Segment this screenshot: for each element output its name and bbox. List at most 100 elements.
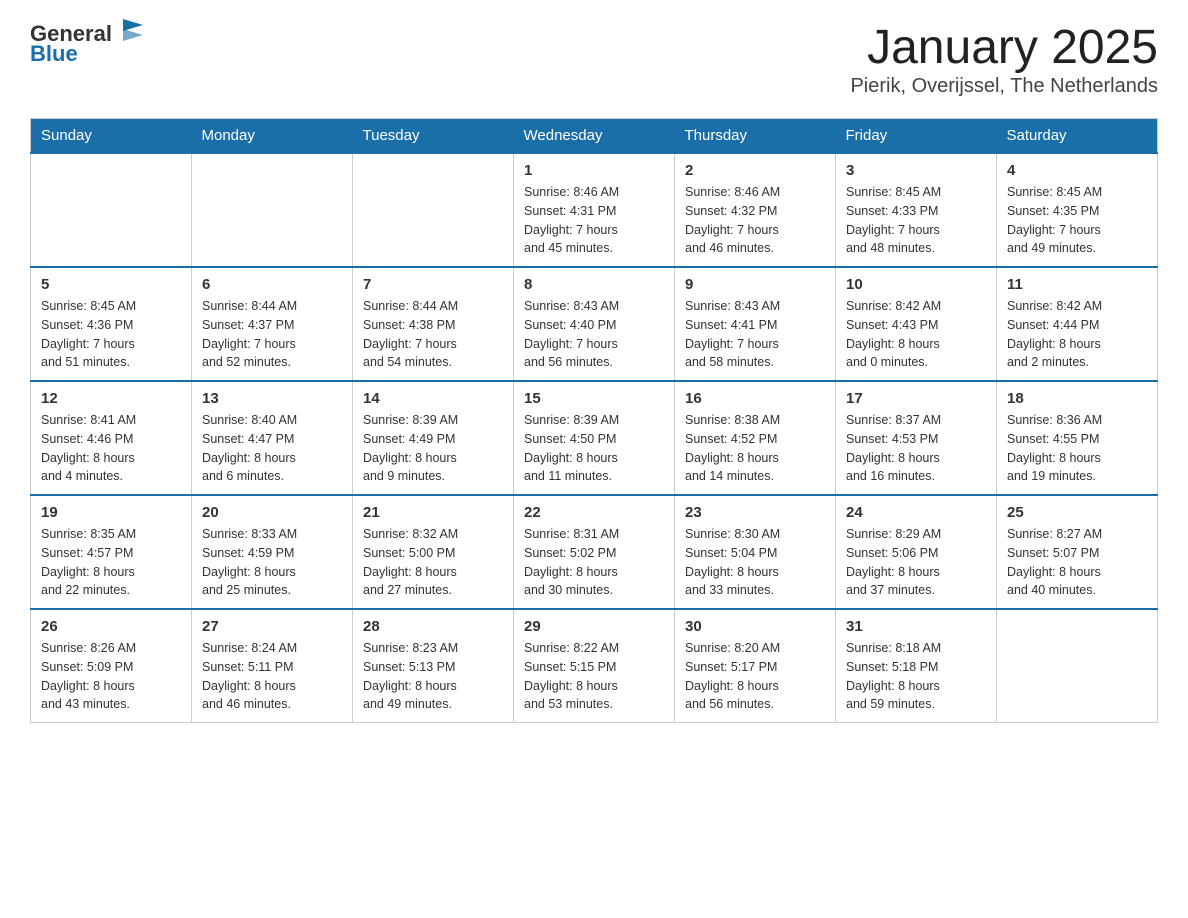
calendar-cell xyxy=(997,609,1158,723)
calendar-cell: 29 Sunrise: 8:22 AMSunset: 5:15 PMDayligh… xyxy=(514,609,675,723)
calendar-cell: 8Sunrise: 8:43 AMSunset: 4:40 PMDaylight… xyxy=(514,267,675,381)
calendar-cell: 14Sunrise: 8:39 AMSunset: 4:49 PMDayligh… xyxy=(353,381,514,495)
calendar-cell: 21 Sunrise: 8:32 AMSunset: 5:00 PMDayligh… xyxy=(353,495,514,609)
calendar-cell: 23 Sunrise: 8:30 AMSunset: 5:04 PMDayligh… xyxy=(675,495,836,609)
calendar-cell xyxy=(192,153,353,267)
day-header-saturday: Saturday xyxy=(997,119,1158,154)
day-number: 17 xyxy=(846,390,986,407)
day-number: 2 xyxy=(685,162,825,179)
day-number: 10 xyxy=(846,276,986,293)
calendar-cell: 24Sunrise: 8:29 AMSunset: 5:06 PMDayligh… xyxy=(836,495,997,609)
location-subtitle: Pierik, Overijssel, The Netherlands xyxy=(850,75,1158,98)
calendar-cell: 3 Sunrise: 8:45 AMSunset: 4:33 PMDaylight… xyxy=(836,153,997,267)
day-header-friday: Friday xyxy=(836,119,997,154)
month-title: January 2025 xyxy=(850,20,1158,75)
day-number: 30 xyxy=(685,618,825,635)
day-info: Sunrise: 8:30 AMSunset: 5:04 PMDaylight:… xyxy=(685,525,825,600)
day-info: Sunrise: 8:45 AMSunset: 4:33 PMDaylight:… xyxy=(846,183,986,258)
day-info: Sunrise: 8:31 AMSunset: 5:02 PMDaylight:… xyxy=(524,525,664,600)
day-number: 24 xyxy=(846,504,986,521)
day-number: 1 xyxy=(524,162,664,179)
calendar-cell: 20 Sunrise: 8:33 AMSunset: 4:59 PMDayligh… xyxy=(192,495,353,609)
day-number: 13 xyxy=(202,390,342,407)
day-info: Sunrise: 8:23 AMSunset: 5:13 PMDaylight:… xyxy=(363,639,503,714)
day-info: Sunrise: 8:39 AMSunset: 4:49 PMDaylight:… xyxy=(363,411,503,486)
day-number: 5 xyxy=(41,276,181,293)
day-header-sunday: Sunday xyxy=(31,119,192,154)
day-info: Sunrise: 8:26 AMSunset: 5:09 PMDaylight:… xyxy=(41,639,181,714)
day-number: 9 xyxy=(685,276,825,293)
calendar-cell xyxy=(31,153,192,267)
logo: General Blue xyxy=(30,20,147,67)
day-info: Sunrise: 8:45 AMSunset: 4:35 PMDaylight:… xyxy=(1007,183,1147,258)
week-row-1: 1Sunrise: 8:46 AMSunset: 4:31 PMDaylight… xyxy=(31,153,1158,267)
day-number: 28 xyxy=(363,618,503,635)
day-info: Sunrise: 8:41 AMSunset: 4:46 PMDaylight:… xyxy=(41,411,181,486)
day-header-monday: Monday xyxy=(192,119,353,154)
day-number: 31 xyxy=(846,618,986,635)
day-number: 3 xyxy=(846,162,986,179)
logo-blue: Blue xyxy=(30,41,78,67)
day-number: 6 xyxy=(202,276,342,293)
calendar-table: SundayMondayTuesdayWednesdayThursdayFrid… xyxy=(30,118,1158,723)
day-info: Sunrise: 8:43 AMSunset: 4:41 PMDaylight:… xyxy=(685,297,825,372)
calendar-cell: 9 Sunrise: 8:43 AMSunset: 4:41 PMDaylight… xyxy=(675,267,836,381)
calendar-cell: 16 Sunrise: 8:38 AMSunset: 4:52 PMDayligh… xyxy=(675,381,836,495)
day-number: 21 xyxy=(363,504,503,521)
day-number: 16 xyxy=(685,390,825,407)
day-info: Sunrise: 8:22 AMSunset: 5:15 PMDaylight:… xyxy=(524,639,664,714)
day-info: Sunrise: 8:35 AMSunset: 4:57 PMDaylight:… xyxy=(41,525,181,600)
day-info: Sunrise: 8:43 AMSunset: 4:40 PMDaylight:… xyxy=(524,297,664,372)
calendar-cell xyxy=(353,153,514,267)
logo-flag-icon xyxy=(115,15,147,47)
day-info: Sunrise: 8:40 AMSunset: 4:47 PMDaylight:… xyxy=(202,411,342,486)
title-block: January 2025 Pierik, Overijssel, The Net… xyxy=(850,20,1158,98)
calendar-cell: 4 Sunrise: 8:45 AMSunset: 4:35 PMDaylight… xyxy=(997,153,1158,267)
day-info: Sunrise: 8:36 AMSunset: 4:55 PMDaylight:… xyxy=(1007,411,1147,486)
day-number: 27 xyxy=(202,618,342,635)
day-number: 20 xyxy=(202,504,342,521)
day-number: 12 xyxy=(41,390,181,407)
calendar-cell: 1Sunrise: 8:46 AMSunset: 4:31 PMDaylight… xyxy=(514,153,675,267)
week-row-4: 19 Sunrise: 8:35 AMSunset: 4:57 PMDayligh… xyxy=(31,495,1158,609)
calendar-cell: 22Sunrise: 8:31 AMSunset: 5:02 PMDayligh… xyxy=(514,495,675,609)
week-row-2: 5 Sunrise: 8:45 AMSunset: 4:36 PMDaylight… xyxy=(31,267,1158,381)
day-info: Sunrise: 8:39 AMSunset: 4:50 PMDaylight:… xyxy=(524,411,664,486)
day-info: Sunrise: 8:37 AMSunset: 4:53 PMDaylight:… xyxy=(846,411,986,486)
calendar-cell: 12 Sunrise: 8:41 AMSunset: 4:46 PMDayligh… xyxy=(31,381,192,495)
calendar-cell: 17 Sunrise: 8:37 AMSunset: 4:53 PMDayligh… xyxy=(836,381,997,495)
day-info: Sunrise: 8:42 AMSunset: 4:43 PMDaylight:… xyxy=(846,297,986,372)
day-info: Sunrise: 8:45 AMSunset: 4:36 PMDaylight:… xyxy=(41,297,181,372)
day-header-tuesday: Tuesday xyxy=(353,119,514,154)
day-number: 25 xyxy=(1007,504,1147,521)
day-header-thursday: Thursday xyxy=(675,119,836,154)
calendar-body: 1Sunrise: 8:46 AMSunset: 4:31 PMDaylight… xyxy=(31,153,1158,723)
calendar-cell: 27Sunrise: 8:24 AMSunset: 5:11 PMDayligh… xyxy=(192,609,353,723)
day-number: 26 xyxy=(41,618,181,635)
calendar-cell: 6Sunrise: 8:44 AMSunset: 4:37 PMDaylight… xyxy=(192,267,353,381)
week-row-5: 26 Sunrise: 8:26 AMSunset: 5:09 PMDayligh… xyxy=(31,609,1158,723)
day-number: 19 xyxy=(41,504,181,521)
calendar-cell: 26 Sunrise: 8:26 AMSunset: 5:09 PMDayligh… xyxy=(31,609,192,723)
day-number: 18 xyxy=(1007,390,1147,407)
calendar-cell: 28 Sunrise: 8:23 AMSunset: 5:13 PMDayligh… xyxy=(353,609,514,723)
day-number: 23 xyxy=(685,504,825,521)
day-info: Sunrise: 8:46 AMSunset: 4:32 PMDaylight:… xyxy=(685,183,825,258)
week-row-3: 12 Sunrise: 8:41 AMSunset: 4:46 PMDayligh… xyxy=(31,381,1158,495)
day-info: Sunrise: 8:27 AMSunset: 5:07 PMDaylight:… xyxy=(1007,525,1147,600)
day-info: Sunrise: 8:38 AMSunset: 4:52 PMDaylight:… xyxy=(685,411,825,486)
day-number: 4 xyxy=(1007,162,1147,179)
calendar-cell: 31Sunrise: 8:18 AMSunset: 5:18 PMDayligh… xyxy=(836,609,997,723)
day-info: Sunrise: 8:42 AMSunset: 4:44 PMDaylight:… xyxy=(1007,297,1147,372)
calendar-cell: 2 Sunrise: 8:46 AMSunset: 4:32 PMDaylight… xyxy=(675,153,836,267)
calendar-cell: 15Sunrise: 8:39 AMSunset: 4:50 PMDayligh… xyxy=(514,381,675,495)
day-header-wednesday: Wednesday xyxy=(514,119,675,154)
calendar-cell: 7Sunrise: 8:44 AMSunset: 4:38 PMDaylight… xyxy=(353,267,514,381)
calendar-header: SundayMondayTuesdayWednesdayThursdayFrid… xyxy=(31,119,1158,154)
calendar-cell: 10 Sunrise: 8:42 AMSunset: 4:43 PMDayligh… xyxy=(836,267,997,381)
calendar-cell: 19 Sunrise: 8:35 AMSunset: 4:57 PMDayligh… xyxy=(31,495,192,609)
day-number: 29 xyxy=(524,618,664,635)
page-header: General Blue January 2025 Pierik, Overij… xyxy=(30,20,1158,98)
day-info: Sunrise: 8:33 AMSunset: 4:59 PMDaylight:… xyxy=(202,525,342,600)
day-info: Sunrise: 8:32 AMSunset: 5:00 PMDaylight:… xyxy=(363,525,503,600)
